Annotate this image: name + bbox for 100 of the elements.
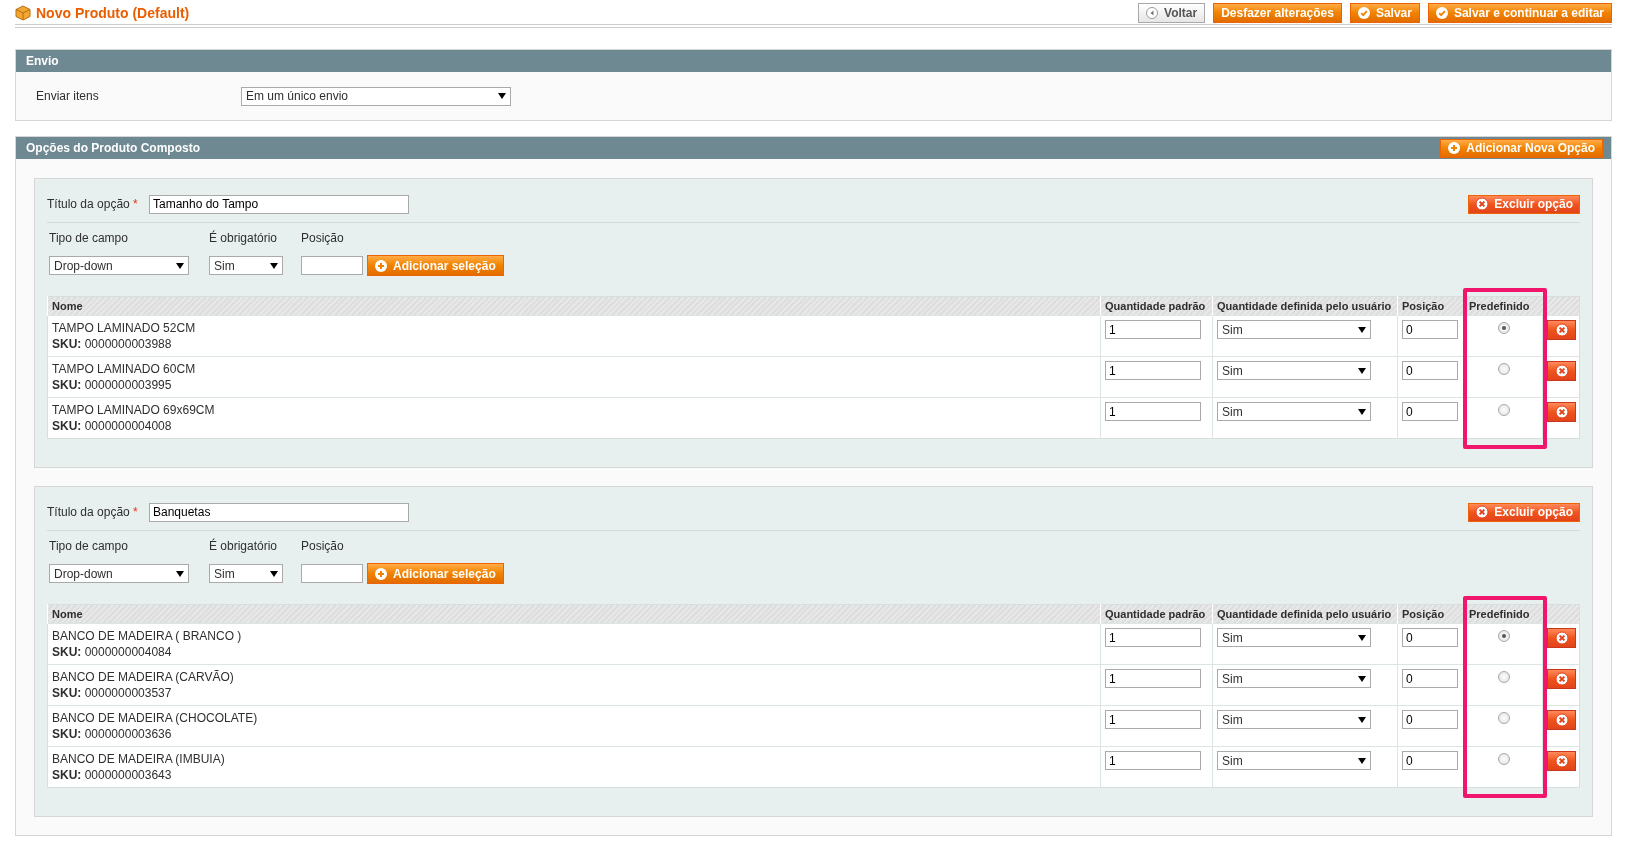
sku-text: SKU: 0000000003537 [52,685,173,701]
delete-row-button[interactable] [1547,628,1576,648]
field-label: Título da opção * [47,504,139,521]
column-header: Quantidade definida pelo usuário [1212,296,1398,316]
caret-icon [270,262,278,269]
column-header: Posição [1397,296,1465,316]
quantity-field[interactable]: 1 [1105,669,1201,688]
caret-icon [1358,757,1366,764]
close-icon [1554,672,1569,686]
caret-icon [176,570,184,577]
user-quantity-dropdown[interactable]: Sim [1217,751,1371,770]
position-field[interactable]: 0 [1402,628,1458,647]
quantity-field[interactable]: 1 [1105,361,1201,380]
required-dropdown[interactable]: Sim [209,256,283,275]
product-name: TAMPO LAMINADO 69x69CM [52,402,216,418]
close-icon [1475,197,1490,211]
sku-text: SKU: 0000000003636 [52,726,173,742]
product-name: TAMPO LAMINADO 52CM [52,320,197,336]
section-title: Envio [26,53,59,70]
user-quantity-dropdown[interactable]: Sim [1217,710,1371,729]
close-icon [1554,323,1569,337]
quantity-field[interactable]: 1 [1105,628,1201,647]
column-header: Predefinido [1464,604,1543,624]
radio-button[interactable] [1497,671,1510,683]
position-field[interactable]: 0 [1402,320,1458,339]
delete-row-button[interactable] [1547,320,1576,340]
position-field[interactable] [301,256,363,275]
position-field[interactable]: 0 [1402,402,1458,421]
delete-row-button[interactable] [1547,361,1576,381]
column-header: Quantidade padrão [1100,604,1213,624]
radio-button[interactable] [1497,753,1510,765]
close-icon [1554,364,1569,378]
quantity-field[interactable]: 1 [1105,710,1201,729]
radio-button[interactable] [1497,404,1510,416]
column-header: Nome [47,604,1101,624]
caret-icon [1358,408,1366,415]
quantity-field[interactable]: 1 [1105,402,1201,421]
product-name: BANCO DE MADEIRA (IMBUIA) [52,751,226,767]
plus-icon [375,567,387,580]
user-quantity-dropdown[interactable]: Sim [1217,402,1371,421]
check-icon [1357,7,1370,19]
delete-row-button[interactable] [1547,751,1576,771]
position-field[interactable]: 0 [1402,669,1458,688]
plus-icon [375,259,387,272]
position-field[interactable]: 0 [1402,710,1458,729]
radio-button[interactable] [1497,363,1510,375]
field-label: É obrigatório [209,229,279,247]
field-label: Posição [301,230,345,247]
delete-option-button[interactable]: Excluir opção [1468,502,1580,522]
delete-row-button[interactable] [1547,669,1576,689]
field-label: É obrigatório [209,537,279,555]
quantity-field[interactable]: 1 [1105,751,1201,770]
sku-text: SKU: 0000000003995 [52,377,173,393]
user-quantity-dropdown[interactable]: Sim [1217,320,1371,339]
back-button[interactable]: Voltar [1138,3,1206,23]
delete-row-button[interactable] [1547,402,1576,422]
caret-icon [1358,716,1366,723]
caret-icon [1358,675,1366,682]
field-label: Título da opção * [47,196,139,213]
position-field[interactable]: 0 [1402,361,1458,380]
section-title: Opções do Produto Composto [26,140,200,157]
close-icon [1554,405,1569,419]
required-dropdown[interactable]: Sim [209,564,283,583]
field-type-dropdown[interactable]: Drop-down [49,564,189,583]
quantity-field[interactable]: 1 [1105,320,1201,339]
product-name: BANCO DE MADEIRA (CARVÃO) [52,669,235,685]
sku-text: SKU: 0000000003988 [52,336,173,352]
delete-row-button[interactable] [1547,710,1576,730]
user-quantity-dropdown[interactable]: Sim [1217,628,1371,647]
caret-icon [498,93,506,99]
position-field[interactable]: 0 [1402,751,1458,770]
user-quantity-dropdown[interactable]: Sim [1217,669,1371,688]
field-label: Posição [301,538,345,555]
field-label: Tipo de campo [49,538,129,555]
field-label: Tipo de campo [49,230,129,247]
caret-icon [1358,634,1366,641]
radio-button[interactable] [1497,712,1510,724]
column-header: Quantidade padrão [1100,296,1213,316]
package-icon [15,5,31,21]
radio-button[interactable] [1497,322,1510,334]
page-title: Novo Produto (Default) [36,3,190,23]
close-icon [1475,505,1490,519]
sku-text: SKU: 0000000004084 [52,644,173,660]
product-name: TAMPO LAMINADO 60CM [52,361,197,377]
field-label: Enviar itens [36,88,100,105]
position-field[interactable] [301,564,363,583]
delete-option-button[interactable]: Excluir opção [1468,194,1580,214]
check-icon [1435,7,1448,19]
close-icon [1554,754,1569,768]
title-field[interactable]: Banquetas [149,502,409,522]
column-header: Nome [47,296,1101,316]
title-field[interactable]: Tamanho do Tampo [149,194,409,214]
caret-icon [1358,367,1366,374]
field-type-dropdown[interactable]: Drop-down [49,256,189,275]
column-header: Predefinido [1464,296,1543,316]
product-name: BANCO DE MADEIRA (CHOCOLATE) [52,710,259,726]
radio-button[interactable] [1497,630,1510,642]
user-quantity-dropdown[interactable]: Sim [1217,361,1371,380]
sku-text: SKU: 0000000003643 [52,767,173,783]
shipment-dropdown[interactable]: Em um único envio [241,86,511,106]
